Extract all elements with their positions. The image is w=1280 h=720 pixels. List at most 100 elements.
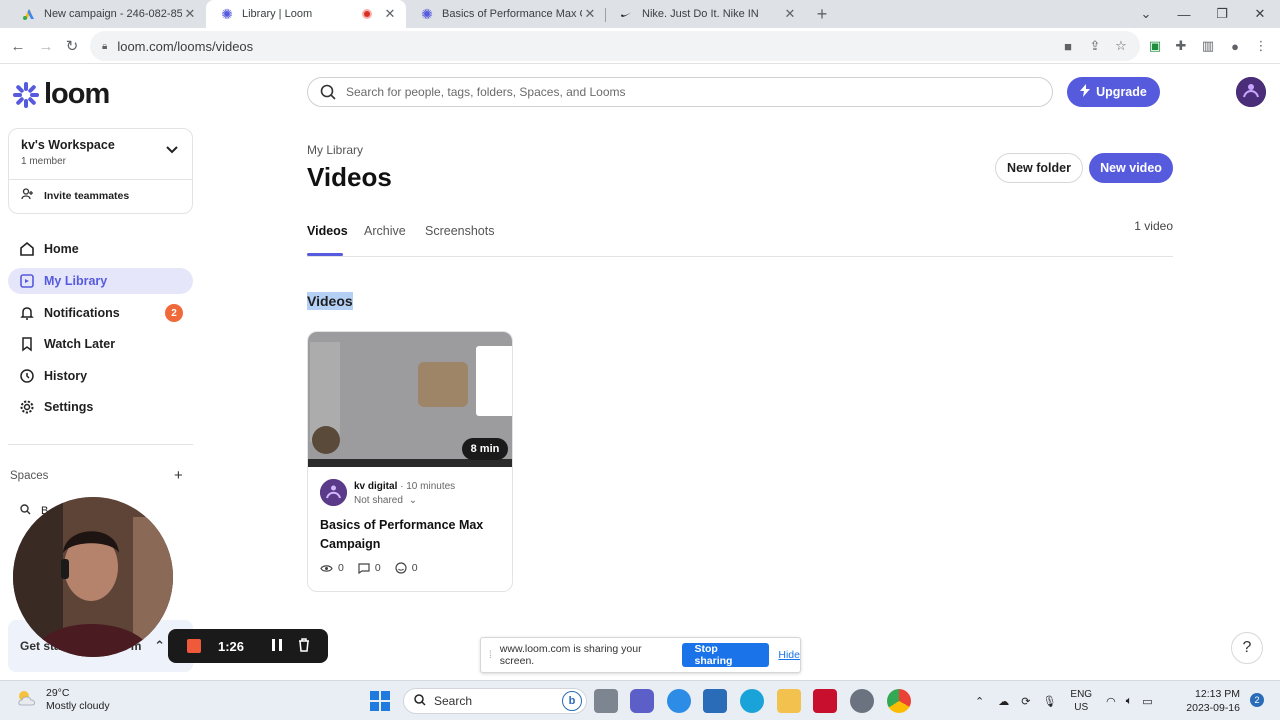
store-icon[interactable] bbox=[703, 689, 727, 713]
tab-google-ads[interactable]: New campaign - 246-082-8523 - ✕ bbox=[8, 0, 206, 28]
comments-count: 0 bbox=[374, 562, 381, 574]
clock[interactable]: 12:13 PM 2023-09-16 bbox=[1186, 687, 1240, 715]
tab-archive[interactable]: Archive bbox=[364, 224, 406, 238]
wifi-icon[interactable]: ◠ bbox=[1106, 695, 1116, 708]
close-icon[interactable]: ✕ bbox=[182, 6, 198, 22]
hide-link[interactable]: Hide bbox=[778, 649, 800, 661]
sidebar-item-label: History bbox=[44, 369, 88, 383]
trash-icon[interactable] bbox=[298, 637, 310, 655]
drag-handle-icon[interactable]: ⁞ bbox=[489, 650, 492, 661]
workspace-switcher[interactable]: kv's Workspace 1 member Invite teammates bbox=[8, 128, 193, 214]
edge-icon[interactable] bbox=[740, 689, 764, 713]
help-button[interactable]: ? bbox=[1231, 632, 1263, 664]
profile-icon[interactable]: ● bbox=[1226, 37, 1244, 55]
share-icon[interactable]: ⇪ bbox=[1086, 37, 1104, 55]
onedrive-icon[interactable]: ☁ bbox=[998, 695, 1009, 708]
tab-title: New campaign - 246-082-8523 - bbox=[44, 8, 182, 20]
mcafee-icon[interactable] bbox=[813, 689, 837, 713]
video-thumbnail[interactable]: 8 min bbox=[308, 332, 512, 467]
camera-icon[interactable]: ■ bbox=[1059, 37, 1077, 55]
webcam-bubble[interactable] bbox=[13, 497, 173, 657]
video-owner-line: kv digital · 10 minutes bbox=[354, 481, 455, 492]
maximize-icon[interactable]: ❐ bbox=[1203, 0, 1241, 28]
browser-tab-strip: New campaign - 246-082-8523 - ✕ ✺ Librar… bbox=[0, 0, 1280, 28]
tab-videos[interactable]: Videos bbox=[307, 224, 348, 238]
language-indicator[interactable]: ENG US bbox=[1070, 688, 1092, 714]
page-title: Videos bbox=[307, 162, 392, 192]
tab-title: Basics of Performance Max Camp bbox=[442, 8, 582, 20]
language-bottom: US bbox=[1074, 702, 1089, 713]
teams-icon[interactable] bbox=[630, 689, 654, 713]
pause-icon[interactable] bbox=[272, 638, 282, 654]
tab-basics-performance[interactable]: ✺ Basics of Performance Max Camp ✕ bbox=[406, 0, 606, 28]
close-icon[interactable]: ✕ bbox=[382, 6, 398, 22]
sidebar-item-watch-later[interactable]: Watch Later bbox=[8, 331, 193, 357]
extension-green-icon[interactable]: ▣ bbox=[1146, 37, 1164, 55]
weather-widget[interactable]: 29°C Mostly cloudy bbox=[16, 687, 110, 713]
recording-timer: 1:26 bbox=[218, 638, 245, 654]
task-view-icon[interactable] bbox=[594, 689, 618, 713]
new-folder-button[interactable]: New folder bbox=[995, 153, 1083, 183]
notification-center-badge[interactable]: 2 bbox=[1250, 693, 1264, 707]
stop-recording-button[interactable] bbox=[187, 639, 201, 653]
tab-nike[interactable]: Nike. Just Do It. Nike IN ✕ bbox=[606, 0, 806, 28]
weather-desc: Mostly cloudy bbox=[46, 700, 110, 712]
sidepanel-icon[interactable]: ▥ bbox=[1199, 37, 1217, 55]
loom-icon: ✺ bbox=[421, 5, 433, 22]
sidebar-item-history[interactable]: History bbox=[8, 363, 193, 389]
invite-teammates-button[interactable]: Invite teammates bbox=[21, 188, 129, 203]
stop-sharing-button[interactable]: Stop sharing bbox=[681, 643, 770, 667]
breadcrumb[interactable]: My Library bbox=[307, 143, 363, 157]
windows-start-icon[interactable] bbox=[368, 689, 392, 713]
back-icon[interactable]: ← bbox=[6, 34, 30, 58]
sharing-message: www.loom.com is sharing your screen. bbox=[499, 643, 642, 667]
video-card[interactable]: 8 min kv digital · 10 minutes Not shared… bbox=[307, 331, 513, 592]
window-close-icon[interactable]: ✕ bbox=[1241, 0, 1279, 28]
chrome-icon[interactable] bbox=[887, 689, 911, 713]
recording-icon bbox=[360, 7, 374, 21]
star-icon[interactable]: ☆ bbox=[1112, 37, 1130, 55]
sharing-status[interactable]: Not shared ⌄ bbox=[354, 495, 417, 506]
file-explorer-icon[interactable] bbox=[777, 689, 801, 713]
video-title[interactable]: Basics of Performance Max Campaign bbox=[320, 516, 500, 554]
chevron-down-icon[interactable] bbox=[166, 143, 178, 157]
smile-icon bbox=[395, 562, 407, 574]
edge-dev-icon[interactable] bbox=[667, 689, 691, 713]
loom-logo[interactable]: loom bbox=[12, 78, 110, 111]
battery-icon[interactable]: ▭ bbox=[1142, 695, 1152, 708]
volume-icon[interactable]: 🔈︎ bbox=[1126, 695, 1133, 708]
tab-screenshots[interactable]: Screenshots bbox=[425, 224, 494, 238]
settings-app-icon[interactable] bbox=[850, 689, 874, 713]
sidebar-item-settings[interactable]: Settings bbox=[8, 394, 193, 420]
search-input[interactable]: Search for people, tags, folders, Spaces… bbox=[307, 77, 1053, 107]
new-tab-button[interactable]: + bbox=[810, 2, 834, 26]
puzzle-icon[interactable]: ✚ bbox=[1172, 37, 1190, 55]
microphone-icon[interactable]: 🎙︎ bbox=[1042, 695, 1056, 708]
minimize-icon[interactable]: — bbox=[1165, 0, 1203, 28]
address-bar[interactable]: 🔒︎ loom.com/looms/videos bbox=[90, 31, 1140, 61]
sidebar-item-notifications[interactable]: Notifications 2 bbox=[8, 300, 193, 326]
add-space-icon[interactable]: + bbox=[174, 467, 183, 484]
divider bbox=[8, 444, 193, 445]
eye-icon bbox=[320, 564, 333, 572]
lock-icon: 🔒︎ bbox=[102, 40, 108, 52]
invite-label: Invite teammates bbox=[44, 189, 130, 202]
new-video-button[interactable]: New video bbox=[1089, 153, 1173, 183]
tab-search-icon[interactable]: ⌄ bbox=[1127, 0, 1165, 28]
menu-icon[interactable]: ⋮ bbox=[1252, 37, 1270, 55]
chevron-up-icon[interactable]: ⌃ bbox=[975, 695, 984, 708]
taskbar-search[interactable]: Search b bbox=[403, 688, 587, 714]
sidebar-item-home[interactable]: Home bbox=[8, 236, 193, 262]
tab-loom-library[interactable]: ✺ Library | Loom ✕ bbox=[206, 0, 406, 28]
avatar[interactable] bbox=[1236, 77, 1266, 107]
sync-icon[interactable]: ⟳ bbox=[1021, 695, 1030, 708]
sidebar-item-my-library[interactable]: My Library bbox=[8, 268, 193, 294]
history-icon bbox=[18, 367, 36, 385]
upgrade-button[interactable]: Upgrade bbox=[1067, 77, 1160, 107]
forward-icon[interactable]: → bbox=[34, 34, 58, 58]
chevron-up-icon[interactable]: ⌃ bbox=[154, 638, 165, 654]
close-icon[interactable]: ✕ bbox=[582, 6, 598, 22]
thumbnail-webcam bbox=[312, 426, 340, 454]
reload-icon[interactable]: ↻ bbox=[60, 34, 84, 58]
close-icon[interactable]: ✕ bbox=[782, 6, 798, 22]
